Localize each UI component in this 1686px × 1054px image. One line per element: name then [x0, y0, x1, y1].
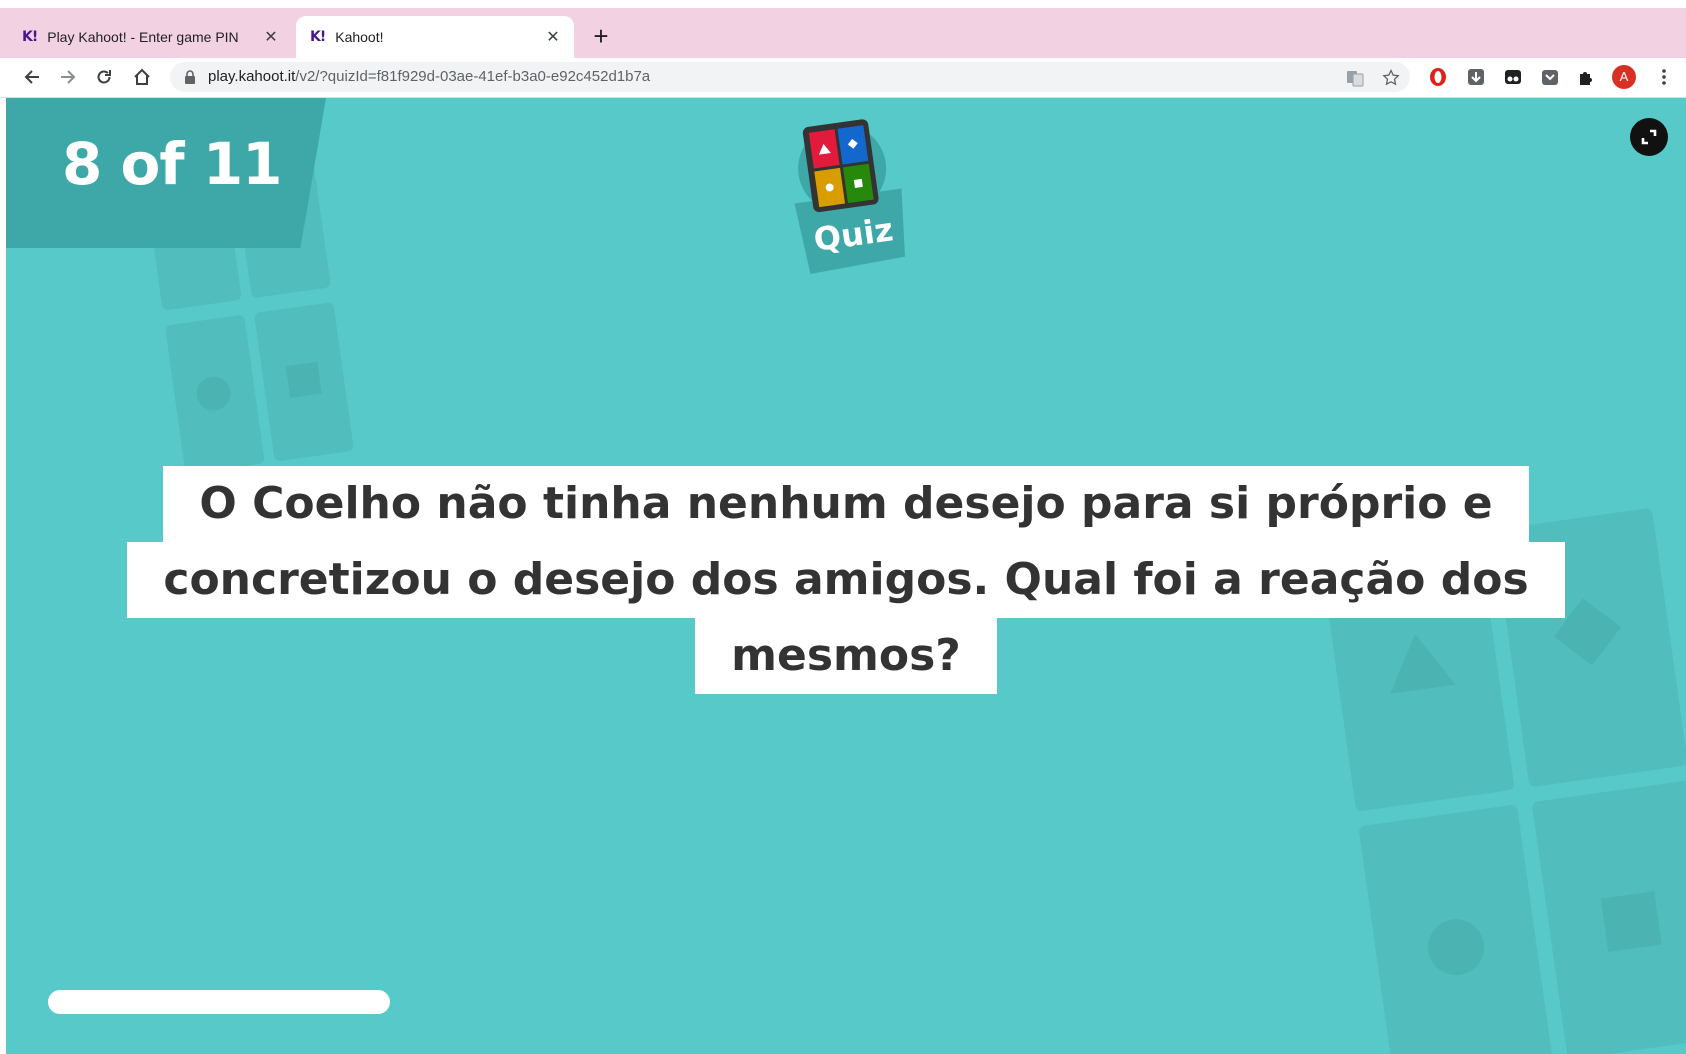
tab-title: Play Kahoot! - Enter game PIN — [47, 29, 239, 45]
bookmark-star-icon[interactable] — [1382, 69, 1400, 87]
back-button[interactable] — [18, 63, 46, 91]
incognito-extension-icon[interactable] — [1503, 67, 1523, 87]
reload-icon — [97, 70, 111, 84]
square-shape-icon — [285, 361, 322, 398]
kahoot-favicon-icon: K! — [22, 29, 38, 45]
tab-kahoot[interactable]: K! Kahoot! ✕ — [296, 16, 574, 58]
tab-title: Kahoot! — [335, 29, 384, 45]
square-shape-icon — [1600, 891, 1662, 953]
profile-initial: A — [1619, 69, 1629, 84]
new-tab-button[interactable]: + — [588, 23, 614, 50]
question-counter: 8 of 11 — [62, 130, 283, 198]
quiz-badge-logo: Quiz — [794, 119, 905, 274]
pocket-extension-icon[interactable] — [1540, 67, 1560, 87]
browser-toolbar: play.kahoot.it/v2/?quizId=f81f929d-03ae-… — [0, 58, 1686, 98]
tab-strip: K! Play Kahoot! - Enter game PIN ✕ K! Ka… — [0, 0, 1686, 58]
opera-extension-icon[interactable] — [1428, 67, 1448, 87]
menu-kebab-icon[interactable] — [1654, 67, 1674, 87]
forward-button[interactable] — [54, 63, 82, 91]
forward-arrow-icon — [61, 70, 76, 84]
kahoot-game-area: 8 of 11 Quiz O Coelho não tinha nenhum d… — [6, 98, 1686, 1054]
timer-progress-bar — [48, 990, 390, 1014]
tab-enter-game-pin[interactable]: K! Play Kahoot! - Enter game PIN ✕ — [22, 16, 292, 58]
home-icon — [134, 68, 150, 85]
question-line: mesmos? — [695, 618, 997, 694]
fullscreen-button[interactable] — [1630, 118, 1668, 156]
expand-icon — [1641, 129, 1657, 145]
address-bar[interactable]: play.kahoot.it/v2/?quizId=f81f929d-03ae-… — [170, 62, 1410, 92]
profile-avatar[interactable]: A — [1612, 65, 1636, 89]
download-extension-icon[interactable] — [1466, 67, 1486, 87]
back-arrow-icon — [24, 70, 39, 84]
translate-icon[interactable] — [1346, 69, 1364, 87]
url-text: play.kahoot.it/v2/?quizId=f81f929d-03ae-… — [208, 62, 650, 92]
kahoot-favicon-icon: K! — [310, 29, 326, 45]
close-tab-icon[interactable]: ✕ — [542, 27, 564, 47]
url-path: /v2/?quizId=f81f929d-03ae-41ef-b3a0-e92c… — [295, 68, 651, 85]
url-host: play.kahoot.it — [208, 68, 296, 85]
reload-button[interactable] — [90, 63, 118, 91]
close-tab-icon[interactable]: ✕ — [260, 27, 282, 47]
home-button[interactable] — [128, 63, 156, 91]
question-line: O Coelho não tinha nenhum desejo para si… — [163, 466, 1529, 542]
question-text-block: O Coelho não tinha nenhum desejo para si… — [100, 466, 1592, 694]
lock-icon — [185, 70, 195, 84]
puzzle-extensions-icon[interactable] — [1576, 67, 1596, 87]
question-line: concretizou o desejo dos amigos. Qual fo… — [127, 542, 1565, 618]
